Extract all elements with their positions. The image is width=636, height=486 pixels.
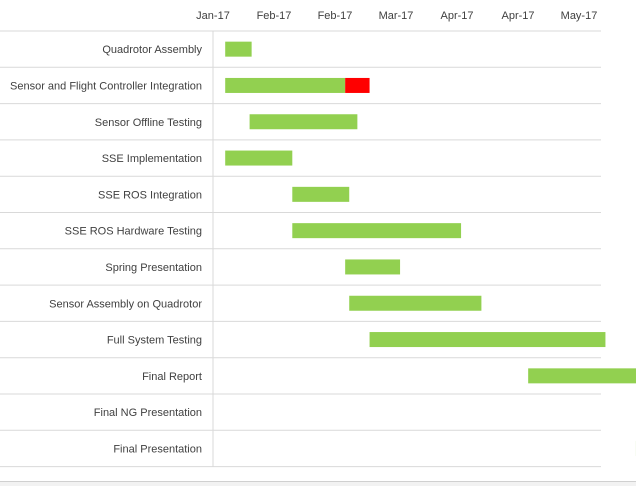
category-label: Sensor Assembly on Quadrotor (49, 298, 202, 310)
x-tick-label: May-17 (561, 10, 598, 22)
task-bar-overrun (345, 78, 369, 93)
category-label: SSE ROS Integration (98, 189, 202, 201)
x-tick-label: Jan-17 (196, 10, 230, 22)
category-label: Sensor and Flight Controller Integration (10, 80, 202, 92)
task-bar (292, 223, 461, 238)
task-bar (292, 187, 349, 202)
task-bar (225, 78, 345, 93)
x-tick-label: Feb-17 (318, 10, 353, 22)
task-bar (349, 296, 481, 311)
task-bar (345, 259, 400, 274)
category-label: Final Report (142, 371, 202, 383)
category-label: Final Presentation (113, 443, 202, 455)
category-label: SSE Implementation (102, 153, 202, 165)
category-label: Quadrotor Assembly (102, 44, 202, 56)
category-label: Final NG Presentation (94, 407, 202, 419)
x-tick-label: Mar-17 (379, 10, 414, 22)
category-label: Sensor Offline Testing (95, 117, 202, 129)
task-bar (250, 114, 358, 129)
gantt-chart: Jan-17 Feb-17 Feb-17 Mar-17 Apr-17 Apr-17 May-… (0, 0, 636, 485)
category-label: Full System Testing (107, 335, 202, 347)
x-tick-label: Apr-17 (501, 10, 534, 22)
x-tick-label: Apr-17 (440, 10, 473, 22)
category-label: SSE ROS Hardware Testing (65, 226, 202, 238)
task-bar (370, 332, 606, 347)
task-bar (528, 368, 636, 383)
x-tick-label: Feb-17 (257, 10, 292, 22)
task-bar (225, 42, 251, 57)
window-bottom-edge (0, 481, 636, 486)
task-bar (225, 151, 292, 166)
category-label: Spring Presentation (105, 262, 202, 274)
x-axis-ticks: Jan-17 Feb-17 Feb-17 Mar-17 Apr-17 Apr-17 May-… (196, 10, 597, 22)
gridlines (0, 31, 601, 467)
